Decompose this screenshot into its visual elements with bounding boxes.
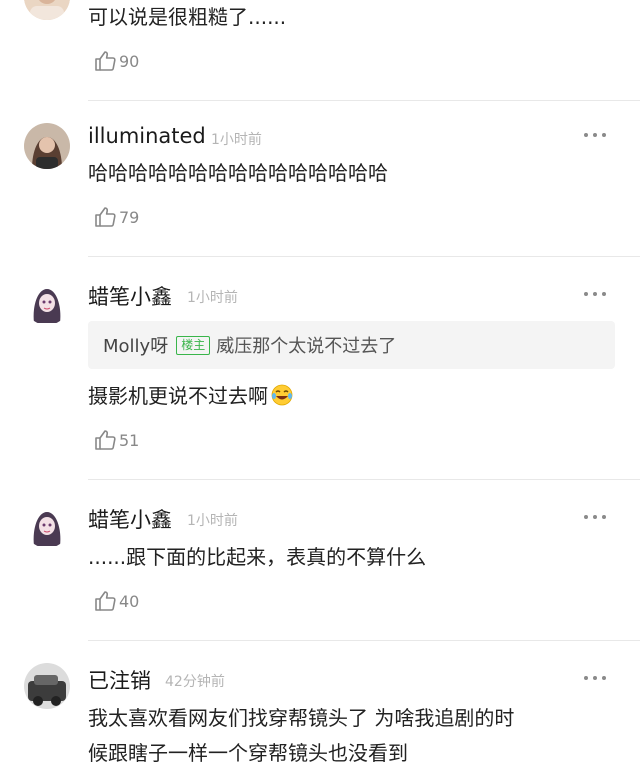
like-count: 40: [119, 591, 140, 611]
avatar[interactable]: [24, 123, 70, 169]
like-button[interactable]: 40: [94, 589, 139, 613]
quoted-text: 威压那个太说不过去了: [216, 336, 397, 357]
divider: [88, 479, 640, 480]
comment-text-line: 我太喜欢看网友们找穿帮镜头了 为啥我追剧的时: [88, 706, 515, 730]
comment-text-content: 摄影机更说不过去啊: [88, 384, 268, 408]
comment-list: 可以说是很粗糙了...... 90 illuminated 1小时前 哈哈哈哈哈…: [0, 0, 640, 784]
username[interactable]: 已注销: [88, 665, 151, 695]
avatar[interactable]: [24, 502, 70, 548]
comment-text: 可以说是很粗糙了......: [88, 5, 287, 29]
comment-text: 摄影机更说不过去啊: [88, 379, 608, 414]
like-button[interactable]: 79: [94, 205, 139, 229]
like-button[interactable]: 90: [94, 49, 139, 73]
divider: [88, 100, 640, 101]
avatar[interactable]: [24, 663, 70, 709]
timestamp: 1小时前: [187, 290, 238, 306]
thumbs-up-icon: [94, 206, 116, 228]
divider: [88, 256, 640, 257]
like-count: 79: [119, 207, 140, 227]
username[interactable]: 蜡笔小鑫: [88, 281, 172, 311]
comment-text: ......跟下面的比起来，表真的不算什么: [88, 545, 427, 569]
username[interactable]: 蜡笔小鑫: [88, 504, 172, 534]
laughing-tears-emoji: [270, 383, 294, 407]
quoted-username[interactable]: Molly呀: [103, 332, 168, 358]
more-dots-icon[interactable]: [584, 515, 606, 521]
more-dots-icon[interactable]: [584, 133, 606, 139]
author-badge: 楼主: [176, 335, 211, 355]
comment-text-line: 候跟瞎子一样一个穿帮镜头也没看到: [88, 741, 408, 765]
timestamp: 42分钟前: [165, 674, 225, 690]
avatar[interactable]: [24, 279, 70, 325]
more-dots-icon[interactable]: [584, 676, 606, 682]
thumbs-up-icon: [94, 590, 116, 612]
like-count: 90: [119, 51, 140, 71]
quoted-reply[interactable]: Molly呀 楼主 威压那个太说不过去了: [88, 321, 615, 369]
avatar[interactable]: [24, 0, 70, 20]
thumbs-up-icon: [94, 50, 116, 72]
like-button[interactable]: 51: [94, 428, 139, 452]
divider: [88, 640, 640, 641]
more-dots-icon[interactable]: [584, 292, 606, 298]
comment-text: 哈哈哈哈哈哈哈哈哈哈哈哈哈哈哈: [88, 161, 388, 185]
username[interactable]: illuminated: [88, 124, 206, 148]
comment-text: 我太喜欢看网友们找穿帮镜头了 为啥我追剧的时 候跟瞎子一样一个穿帮镜头也没看到: [88, 701, 608, 771]
timestamp: 1小时前: [211, 132, 262, 148]
timestamp: 1小时前: [187, 513, 238, 529]
thumbs-up-icon: [94, 429, 116, 451]
like-count: 51: [119, 430, 140, 450]
